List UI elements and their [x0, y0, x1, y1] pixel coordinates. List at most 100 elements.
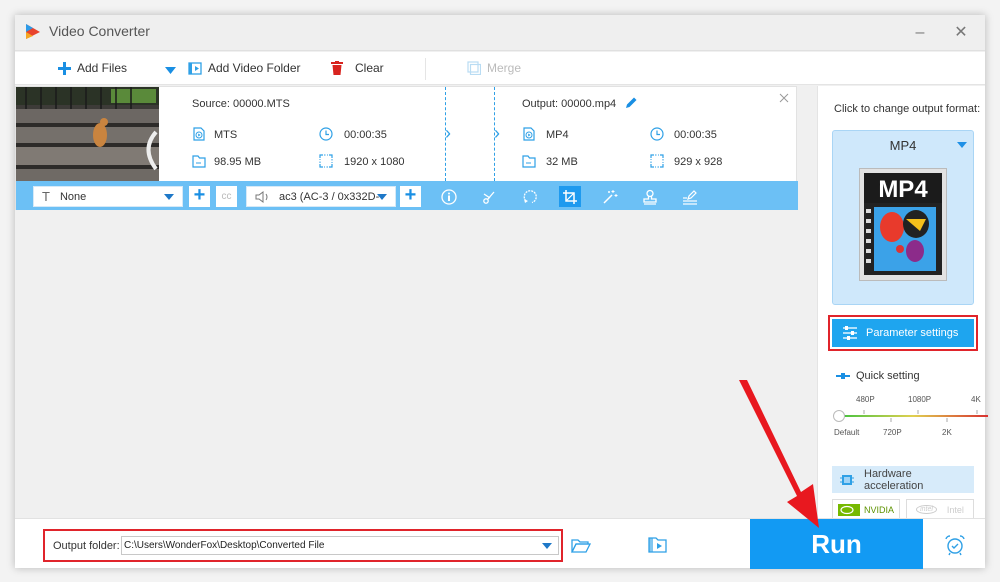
- app-logo-icon: [26, 24, 40, 39]
- output-folder-value: C:\Users\WonderFox\Desktop\Converted Fil…: [124, 540, 325, 551]
- output-format-name: MP4: [889, 138, 917, 153]
- intel-logo-icon: intel: [916, 505, 937, 514]
- run-button[interactable]: Run: [750, 519, 923, 569]
- slider-label-1080p: 1080P: [908, 395, 932, 404]
- alarm-clock-icon[interactable]: [944, 534, 966, 556]
- minimize-button[interactable]: –: [910, 23, 930, 43]
- chevron-down-icon: [164, 194, 174, 200]
- output-duration-clock-icon: [650, 127, 664, 141]
- nvidia-label: NVIDIA: [863, 504, 894, 515]
- quick-setting-label: Quick setting: [856, 370, 920, 382]
- edit-toolbar: T None + cc ac3 (AC-3 / 0x332D- +: [16, 181, 798, 210]
- chevron-down-icon: [957, 142, 967, 148]
- plus-icon: [58, 61, 71, 75]
- add-video-folder-label: Add Video Folder: [208, 61, 301, 75]
- title-bar: Video Converter – ✕: [15, 15, 985, 51]
- source-duration-clock-icon: [319, 127, 333, 141]
- chip-icon: [840, 474, 854, 485]
- source-resolution-icon: [319, 154, 333, 168]
- app-title: Video Converter: [49, 23, 150, 39]
- toolbar: Add Files Add Video Folder Clear Merge: [15, 52, 985, 85]
- watermark-stamp-icon[interactable]: [639, 186, 661, 207]
- arrow-right-icon: ›: [494, 123, 500, 143]
- source-size: 98.95 MB: [214, 156, 262, 168]
- edit-pen-icon[interactable]: [679, 186, 701, 207]
- hardware-acceleration-label: Hardware acceleration: [864, 467, 924, 492]
- output-settings-panel: Click to change output format: MP4 MP4 P…: [817, 86, 988, 520]
- add-files-dropdown-icon[interactable]: [165, 67, 176, 74]
- output-size-folder-icon: [522, 155, 536, 168]
- source-filename: Source: 00000.MTS: [192, 98, 290, 110]
- video-folder-icon: [188, 62, 202, 75]
- output-duration: 00:00:35: [674, 129, 717, 141]
- quality-slider[interactable]: 480P 1080P 4K Default 720P 2K: [828, 391, 988, 451]
- output-filename: Output: 00000.mp4: [522, 98, 617, 110]
- output-format-selector[interactable]: MP4 MP4: [832, 130, 974, 305]
- subtitle-value: None: [59, 190, 87, 203]
- slider-label-4k: 4K: [971, 395, 981, 404]
- info-icon[interactable]: [438, 186, 460, 207]
- text-subtitle-icon: T: [42, 189, 50, 204]
- bottom-bar: Output folder: C:\Users\WonderFox\Deskto…: [15, 518, 985, 569]
- add-files-label: Add Files: [77, 61, 128, 75]
- slider-label-2k: 2K: [942, 428, 952, 437]
- output-size: 32 MB: [546, 156, 578, 168]
- add-subtitle-button[interactable]: +: [189, 185, 210, 207]
- output-resolution: 929 x 928: [674, 156, 723, 168]
- source-resolution: 1920 x 1080: [344, 156, 405, 168]
- output-format: MP4: [546, 129, 569, 141]
- source-duration: 00:00:35: [344, 129, 387, 141]
- audio-track-value: ac3 (AC-3 / 0x332D-: [279, 190, 380, 203]
- close-button[interactable]: ✕: [951, 23, 971, 43]
- chevron-down-icon: [377, 194, 387, 200]
- slider-label-480p: 480P: [856, 395, 875, 404]
- clear-button[interactable]: Clear: [331, 61, 384, 75]
- quick-setting-slider-icon: [836, 373, 850, 379]
- video-output-folder-icon[interactable]: [648, 537, 667, 553]
- rotate-icon[interactable]: [519, 186, 541, 207]
- intel-label: Intel: [946, 504, 964, 515]
- speaker-icon: [255, 190, 268, 203]
- audio-track-select[interactable]: ac3 (AC-3 / 0x332D-: [246, 186, 396, 207]
- closed-caption-icon[interactable]: cc: [216, 186, 237, 207]
- remove-file-close-icon[interactable]: [779, 93, 789, 103]
- scissors-icon[interactable]: [478, 186, 500, 207]
- clear-label: Clear: [355, 61, 384, 75]
- hardware-acceleration-button[interactable]: Hardware acceleration: [832, 466, 974, 493]
- arrow-right-icon: ›: [445, 123, 451, 143]
- file-list-area: Source: 00000.MTS MTS 00:00:35 98.95 MB …: [15, 86, 815, 518]
- subtitle-select[interactable]: T None: [33, 186, 183, 207]
- app-window: Video Converter – ✕ Add Files Add Video …: [15, 15, 988, 569]
- nvidia-toggle[interactable]: NVIDIA: [832, 499, 900, 520]
- output-resolution-icon: [650, 154, 664, 168]
- rename-pencil-icon[interactable]: [624, 96, 638, 110]
- merge-button[interactable]: Merge: [467, 61, 521, 75]
- quick-setting-heading: Quick setting: [836, 370, 920, 382]
- intel-toggle[interactable]: intel Intel: [906, 499, 974, 520]
- nvidia-logo-icon: [837, 503, 860, 516]
- video-thumbnail[interactable]: [16, 87, 159, 181]
- add-files-button[interactable]: Add Files: [58, 61, 127, 75]
- open-folder-icon[interactable]: [571, 538, 591, 553]
- output-folder-input[interactable]: C:\Users\WonderFox\Desktop\Converted Fil…: [121, 536, 559, 555]
- format-thumbnail-text: MP4: [878, 176, 928, 203]
- output-folder-label: Output folder:: [53, 540, 120, 552]
- add-audio-button[interactable]: +: [400, 185, 421, 207]
- toolbar-divider: [425, 58, 426, 80]
- parameter-settings-label: Parameter settings: [866, 327, 959, 339]
- slider-label-default: Default: [834, 428, 860, 437]
- output-folder-highlight: Output folder: C:\Users\WonderFox\Deskto…: [43, 529, 563, 562]
- merge-icon: [467, 61, 481, 75]
- add-video-folder-button[interactable]: Add Video Folder: [188, 61, 301, 75]
- source-size-folder-icon: [192, 155, 206, 168]
- slider-label-720p: 720P: [883, 428, 902, 437]
- effects-wand-icon[interactable]: [599, 186, 621, 207]
- output-format-icon: [523, 127, 535, 141]
- merge-label: Merge: [487, 61, 522, 75]
- trash-icon: [331, 61, 343, 75]
- sliders-icon: [843, 326, 857, 340]
- crop-icon[interactable]: [559, 186, 581, 207]
- parameter-settings-button[interactable]: Parameter settings: [828, 315, 978, 351]
- slider-thumb[interactable]: [833, 410, 845, 422]
- chevron-down-icon[interactable]: [542, 543, 552, 549]
